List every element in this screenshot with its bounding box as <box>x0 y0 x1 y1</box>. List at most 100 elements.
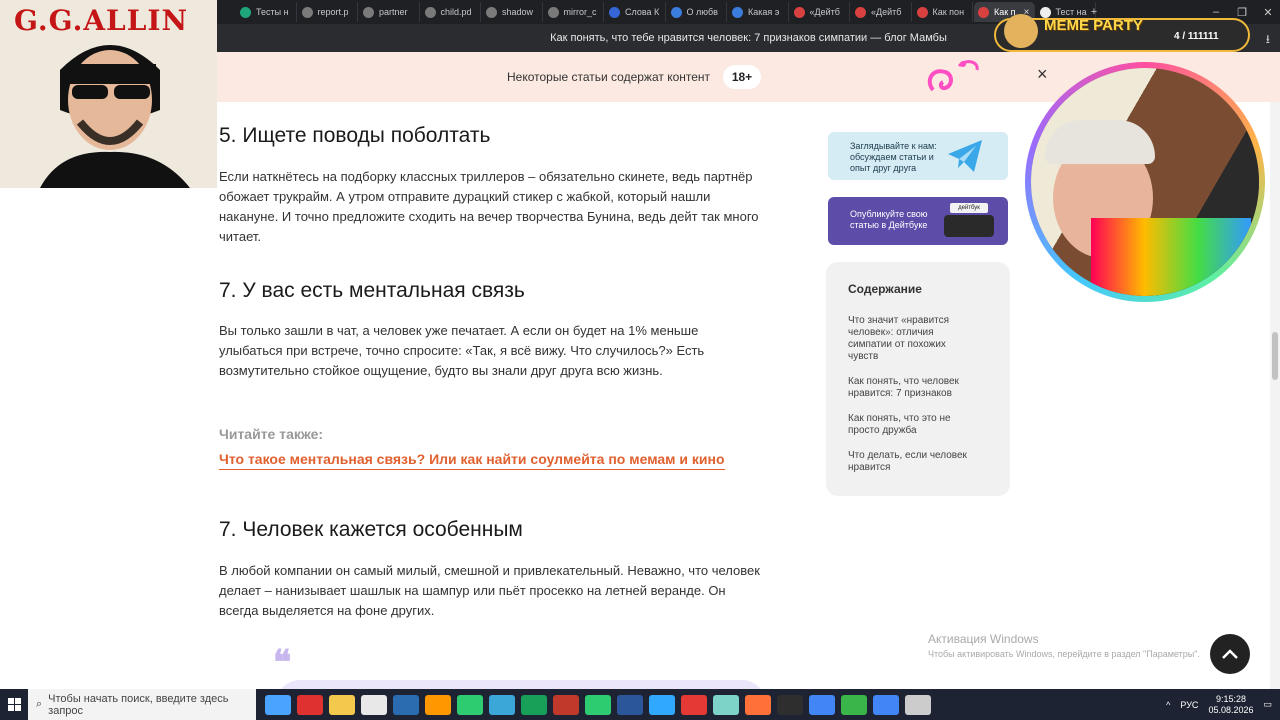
tab-favicon-icon <box>424 6 436 18</box>
taskbar-app-icon[interactable] <box>329 694 355 715</box>
taskbar-app-icon[interactable] <box>457 694 483 715</box>
browser-tab[interactable]: «Дейтб <box>851 2 912 22</box>
windows-activation-watermark: Активация Windows Чтобы активировать Win… <box>928 632 1200 659</box>
tab-label: Как пон <box>932 7 965 17</box>
taskbar-app-icon[interactable] <box>905 694 931 715</box>
meme-counter: 4 / 111111 <box>1174 31 1219 42</box>
scrollbar-thumb[interactable] <box>1272 332 1278 380</box>
taskbar-search-placeholder: Чтобы начать поиск, введите здесь запрос <box>48 692 229 717</box>
taskbar-app-icon[interactable] <box>265 694 291 715</box>
close-window-icon[interactable]: ✕ <box>1256 0 1280 24</box>
tab-favicon-icon <box>916 6 928 18</box>
heading-section-5: 5. Ищете поводы поболтать <box>219 124 491 147</box>
telegram-icon <box>948 140 982 172</box>
taskbar-app-icon[interactable] <box>361 694 387 715</box>
language-indicator[interactable]: РУС <box>1180 700 1198 710</box>
browser-tab[interactable]: report.p <box>298 2 358 22</box>
webcam-feed <box>1031 68 1259 296</box>
webcam-overlay <box>1025 62 1265 302</box>
tab-label: report.p <box>317 7 349 17</box>
windows-taskbar: ⌕ Чтобы начать поиск, введите здесь запр… <box>0 689 1280 720</box>
tab-favicon-icon <box>363 6 374 18</box>
taskbar-app-icon[interactable] <box>297 694 323 715</box>
browser-tab[interactable]: child.pd <box>421 2 481 22</box>
typewriter-icon: дейтбук <box>944 203 994 239</box>
taskbar-app-icon[interactable] <box>649 694 675 715</box>
telegram-promo-card[interactable]: Заглядывайте к нам: обсуждаем статьи и о… <box>828 132 1008 180</box>
page-scrollbar[interactable] <box>1270 102 1280 689</box>
tab-favicon-icon <box>486 6 497 18</box>
tab-label: «Дейтб <box>809 7 840 17</box>
taskbar-app-icon[interactable] <box>841 694 867 715</box>
notification-icon[interactable]: ▭ <box>1263 699 1272 710</box>
browser-tab[interactable]: Какая э <box>728 2 789 22</box>
dateybook-promo-card[interactable]: Опубликуйте свою статью в Дейтбуке дейтб… <box>828 197 1008 245</box>
heading-section-7b: 7. Человек кажется особенным <box>219 518 523 541</box>
streamer-overlay-image: G.G.ALLIN <box>0 0 217 188</box>
toc-item[interactable]: Что значит «нравится человек»: отличия с… <box>848 315 978 363</box>
browser-tab[interactable]: Как пон <box>913 2 973 22</box>
tab-favicon-icon <box>547 6 559 18</box>
toc-title: Содержание <box>848 282 922 296</box>
read-also-link[interactable]: Что такое ментальная связь? Или как найт… <box>219 451 725 470</box>
browser-tab[interactable]: О любв <box>667 2 727 22</box>
taskbar-app-icon[interactable] <box>809 694 835 715</box>
toc-item[interactable]: Как понять, что это не просто дружба <box>848 413 958 437</box>
taskbar-app-icon[interactable] <box>425 694 451 715</box>
tab-label: partner <box>379 7 408 17</box>
tab-label: Какая э <box>748 7 780 17</box>
clock-date: 05.08.2026 <box>1208 704 1254 715</box>
tab-label: Слова К <box>625 7 660 17</box>
read-also-label: Читайте также: <box>219 426 324 442</box>
taskbar-app-icon[interactable] <box>489 694 515 715</box>
windows-logo-icon <box>7 698 21 711</box>
tray-chevron-icon[interactable]: ^ <box>1166 700 1170 710</box>
taskbar-app-icon[interactable] <box>553 694 579 715</box>
toc-item[interactable]: Как понять, что человек нравится: 7 приз… <box>848 376 978 400</box>
taskbar-app-icon[interactable] <box>617 694 643 715</box>
tab-label: shadow <box>502 7 534 17</box>
taskbar-app-icon[interactable] <box>777 694 803 715</box>
taskbar-app-icon[interactable] <box>681 694 707 715</box>
tab-favicon-icon <box>978 6 989 18</box>
browser-tab[interactable]: partner <box>359 2 420 22</box>
screen: { "tabs": ["Тесты н", "report.p", "partn… <box>0 0 1280 720</box>
browser-tab[interactable]: mirror_c <box>544 2 604 22</box>
tab-label: «Дейтб <box>871 7 902 17</box>
taskbar-app-icon[interactable] <box>585 694 611 715</box>
taskbar-app-icon[interactable] <box>521 694 547 715</box>
browser-tab[interactable]: Тесты н <box>236 2 297 22</box>
browser-tab[interactable]: Слова К <box>605 2 666 22</box>
browser-tab[interactable]: «Дейтб <box>790 2 850 22</box>
portrait-illustration <box>40 45 190 188</box>
system-tray: ^ РУС 9:15:28 05.08.2026 ▭ <box>1166 689 1272 720</box>
taskbar-app-icon[interactable] <box>873 694 899 715</box>
taskbar-app-icons <box>256 694 934 715</box>
quote-mark-icon: ❝ <box>273 643 292 683</box>
meme-party-overlay: MEME PARTY 4 / 111111 <box>994 14 1250 52</box>
tab-label: О любв <box>686 7 718 17</box>
tab-favicon-icon <box>301 6 313 18</box>
table-of-contents: Содержание Что значит «нравится человек»… <box>826 262 1010 496</box>
taskbar-app-icon[interactable] <box>393 694 419 715</box>
tab-favicon-icon <box>1039 6 1051 18</box>
tab-label: mirror_c <box>563 7 597 17</box>
scroll-to-top-button[interactable] <box>1210 634 1250 674</box>
taskbar-app-icon[interactable] <box>713 694 739 715</box>
age-banner-text: Некоторые статьи содержат контент <box>507 70 711 84</box>
paragraph-section-7a: Вы только зашли в чат, а человек уже печ… <box>219 323 705 378</box>
toc-item[interactable]: Что делать, если человек нравится <box>848 450 978 474</box>
taskbar-clock[interactable]: 9:15:28 05.08.2026 <box>1208 694 1253 716</box>
tab-favicon-icon <box>793 6 805 18</box>
tab-label: Тесты н <box>256 7 289 17</box>
paragraph-section-7b: В любой компании он самый милый, смешной… <box>219 563 760 618</box>
watermark-subtitle: Чтобы активировать Windows, перейдите в … <box>928 649 1200 659</box>
download-icon[interactable]: ⭳ <box>1266 30 1270 51</box>
meme-title: MEME PARTY <box>1044 17 1143 34</box>
typewriter-sign: дейтбук <box>950 203 988 213</box>
browser-tab[interactable]: shadow <box>482 2 543 22</box>
taskbar-app-icon[interactable] <box>745 694 771 715</box>
start-button[interactable] <box>0 689 28 720</box>
tab-favicon-icon <box>855 6 866 18</box>
taskbar-search-box[interactable]: ⌕ Чтобы начать поиск, введите здесь запр… <box>28 689 256 720</box>
